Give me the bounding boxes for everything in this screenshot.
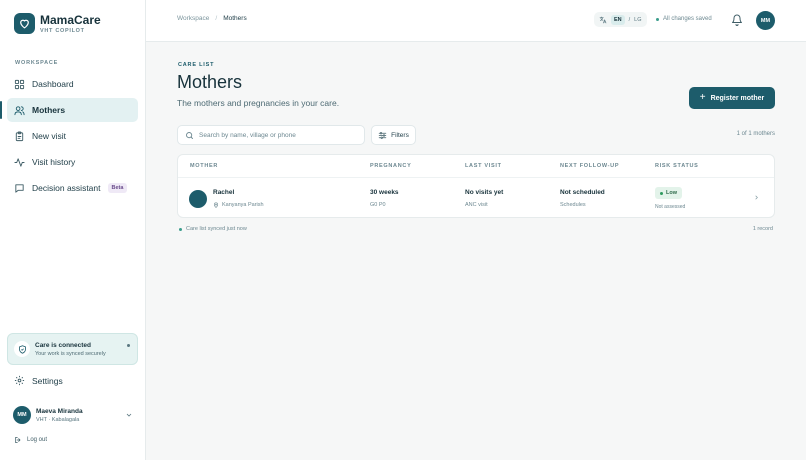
filters-label: Filters bbox=[391, 131, 409, 139]
avatar: MM bbox=[13, 406, 31, 424]
workspace-section-label: WORKSPACE bbox=[15, 60, 59, 66]
breadcrumb-root[interactable]: Workspace bbox=[177, 15, 209, 22]
settings-link[interactable]: Settings bbox=[14, 375, 63, 386]
breadcrumb: Workspace / Mothers bbox=[177, 15, 247, 22]
sidebar-item-label: Decision assistant bbox=[32, 183, 101, 193]
mother-location-text: Kanyanya Parish bbox=[222, 202, 264, 208]
risk-dot bbox=[660, 191, 663, 195]
beta-badge: Beta bbox=[107, 183, 128, 193]
status-dot bbox=[127, 344, 130, 347]
search-box bbox=[177, 125, 365, 145]
chat-icon bbox=[14, 183, 25, 194]
save-status-text: All changes saved bbox=[663, 16, 712, 22]
activity-icon bbox=[14, 157, 25, 168]
column-header-pregnancy[interactable]: PREGNANCY bbox=[370, 163, 411, 169]
pregnancy-weeks: 30 weeks bbox=[370, 189, 399, 196]
page-eyebrow: CARE LIST bbox=[178, 62, 215, 68]
sidebar: MamaCare VHT COPILOT WORKSPACE Dashboard… bbox=[0, 0, 146, 460]
logout-label: Log out bbox=[27, 437, 48, 443]
topbar: Workspace / Mothers EN / LG All changes … bbox=[146, 0, 806, 42]
search-icon bbox=[186, 131, 193, 139]
record-count: 1 record bbox=[752, 226, 773, 232]
result-count: 1 of 1 mothers bbox=[736, 131, 775, 137]
risk-assessment-note: Not assessed bbox=[655, 204, 686, 210]
clipboard-icon bbox=[14, 130, 25, 142]
mother-location: Kanyanya Parish bbox=[213, 202, 264, 208]
sidebar-item-visit-history[interactable]: Visit history bbox=[7, 150, 138, 174]
last-visit-type: ANC visit bbox=[465, 202, 488, 208]
page-subtitle: The mothers and pregnancies in your care… bbox=[177, 98, 340, 108]
brand-name: MamaCare bbox=[40, 12, 101, 27]
sidebar-item-dashboard[interactable]: Dashboard bbox=[7, 72, 138, 96]
shield-icon bbox=[14, 341, 30, 357]
breadcrumb-current: Mothers bbox=[223, 15, 247, 22]
column-header-risk-status[interactable]: RISK STATUS bbox=[655, 163, 699, 169]
column-header-next-follow-up[interactable]: NEXT FOLLOW-UP bbox=[560, 163, 619, 169]
active-indicator bbox=[0, 101, 2, 119]
gear-icon bbox=[14, 375, 25, 386]
user-role: VHT · Kabalagala bbox=[36, 416, 80, 423]
save-status-dot bbox=[656, 17, 659, 21]
language-option-en[interactable]: EN bbox=[611, 14, 625, 25]
user-name: Maeva Miranda bbox=[36, 407, 83, 415]
users-icon bbox=[14, 105, 25, 116]
last-visit: No visits yet bbox=[465, 189, 504, 196]
care-connected-card: Care is connected Your work is synced se… bbox=[7, 333, 138, 365]
language-separator: / bbox=[628, 16, 631, 23]
next-follow-up-sub: Schedules bbox=[560, 202, 586, 208]
mothers-table: MOTHER PREGNANCY LAST VISIT NEXT FOLLOW-… bbox=[177, 154, 775, 218]
sidebar-nav: Dashboard Mothers New visit Visit histor… bbox=[0, 72, 138, 202]
pregnancy-gravida-para: G0 P0 bbox=[370, 202, 386, 208]
language-option-lg[interactable]: LG bbox=[634, 17, 641, 23]
plus-icon: + bbox=[699, 92, 706, 103]
sync-status-text: Care list synced just now bbox=[186, 226, 247, 232]
sidebar-item-decision-assistant[interactable]: Decision assistant Beta bbox=[7, 176, 138, 200]
language-switcher[interactable]: EN / LG bbox=[594, 12, 647, 27]
care-card-title: Care is connected bbox=[35, 341, 91, 349]
column-header-last-visit[interactable]: LAST VISIT bbox=[465, 163, 502, 169]
logout-link[interactable]: Log out bbox=[14, 436, 47, 444]
map-pin-icon bbox=[213, 202, 219, 208]
sliders-icon bbox=[378, 131, 387, 139]
register-button-label: Register mother bbox=[710, 94, 765, 102]
brand[interactable]: MamaCare VHT COPILOT bbox=[14, 13, 101, 34]
avatar bbox=[189, 190, 207, 208]
brand-subtitle: VHT COPILOT bbox=[40, 27, 85, 34]
column-header-mother[interactable]: MOTHER bbox=[190, 163, 218, 169]
sidebar-item-new-visit[interactable]: New visit bbox=[7, 124, 138, 148]
next-follow-up: Not scheduled bbox=[560, 189, 605, 196]
breadcrumb-separator: / bbox=[215, 15, 218, 22]
logout-icon bbox=[15, 436, 21, 444]
page-title: Mothers bbox=[177, 72, 243, 92]
bell-icon bbox=[732, 14, 742, 26]
notifications-button[interactable] bbox=[731, 14, 743, 28]
dashboard-icon bbox=[14, 79, 25, 90]
brand-logo-icon bbox=[14, 13, 35, 34]
mother-name: Rachel bbox=[213, 189, 235, 196]
table-header: MOTHER PREGNANCY LAST VISIT NEXT FOLLOW-… bbox=[178, 155, 774, 178]
sidebar-item-label: Visit history bbox=[32, 157, 76, 167]
sidebar-item-label: Dashboard bbox=[32, 79, 74, 89]
table-row[interactable]: Rachel Kanyanya Parish 30 weeks G0 P0 No… bbox=[178, 178, 774, 217]
care-card-subtitle: Your work is synced securely bbox=[35, 350, 106, 357]
sidebar-item-label: New visit bbox=[32, 131, 67, 141]
sidebar-item-mothers[interactable]: Mothers bbox=[0, 98, 138, 122]
translate-icon bbox=[599, 16, 607, 23]
risk-status-label: Low bbox=[666, 190, 677, 196]
search-input[interactable] bbox=[199, 131, 359, 139]
settings-label: Settings bbox=[32, 375, 63, 386]
chevron-right-icon[interactable] bbox=[753, 194, 760, 201]
register-mother-button[interactable]: + Register mother bbox=[689, 87, 775, 109]
user-menu[interactable]: MM Maeva Miranda VHT · Kabalagala bbox=[13, 406, 133, 424]
sidebar-item-label: Mothers bbox=[32, 105, 66, 115]
avatar[interactable]: MM bbox=[756, 11, 775, 30]
sync-status-dot bbox=[179, 227, 182, 231]
filters-button[interactable]: Filters bbox=[371, 125, 416, 145]
risk-status-badge: Low bbox=[655, 187, 682, 199]
sync-status: Care list synced just now bbox=[179, 226, 247, 232]
save-status: All changes saved bbox=[656, 16, 712, 22]
chevron-down-icon bbox=[126, 413, 132, 417]
